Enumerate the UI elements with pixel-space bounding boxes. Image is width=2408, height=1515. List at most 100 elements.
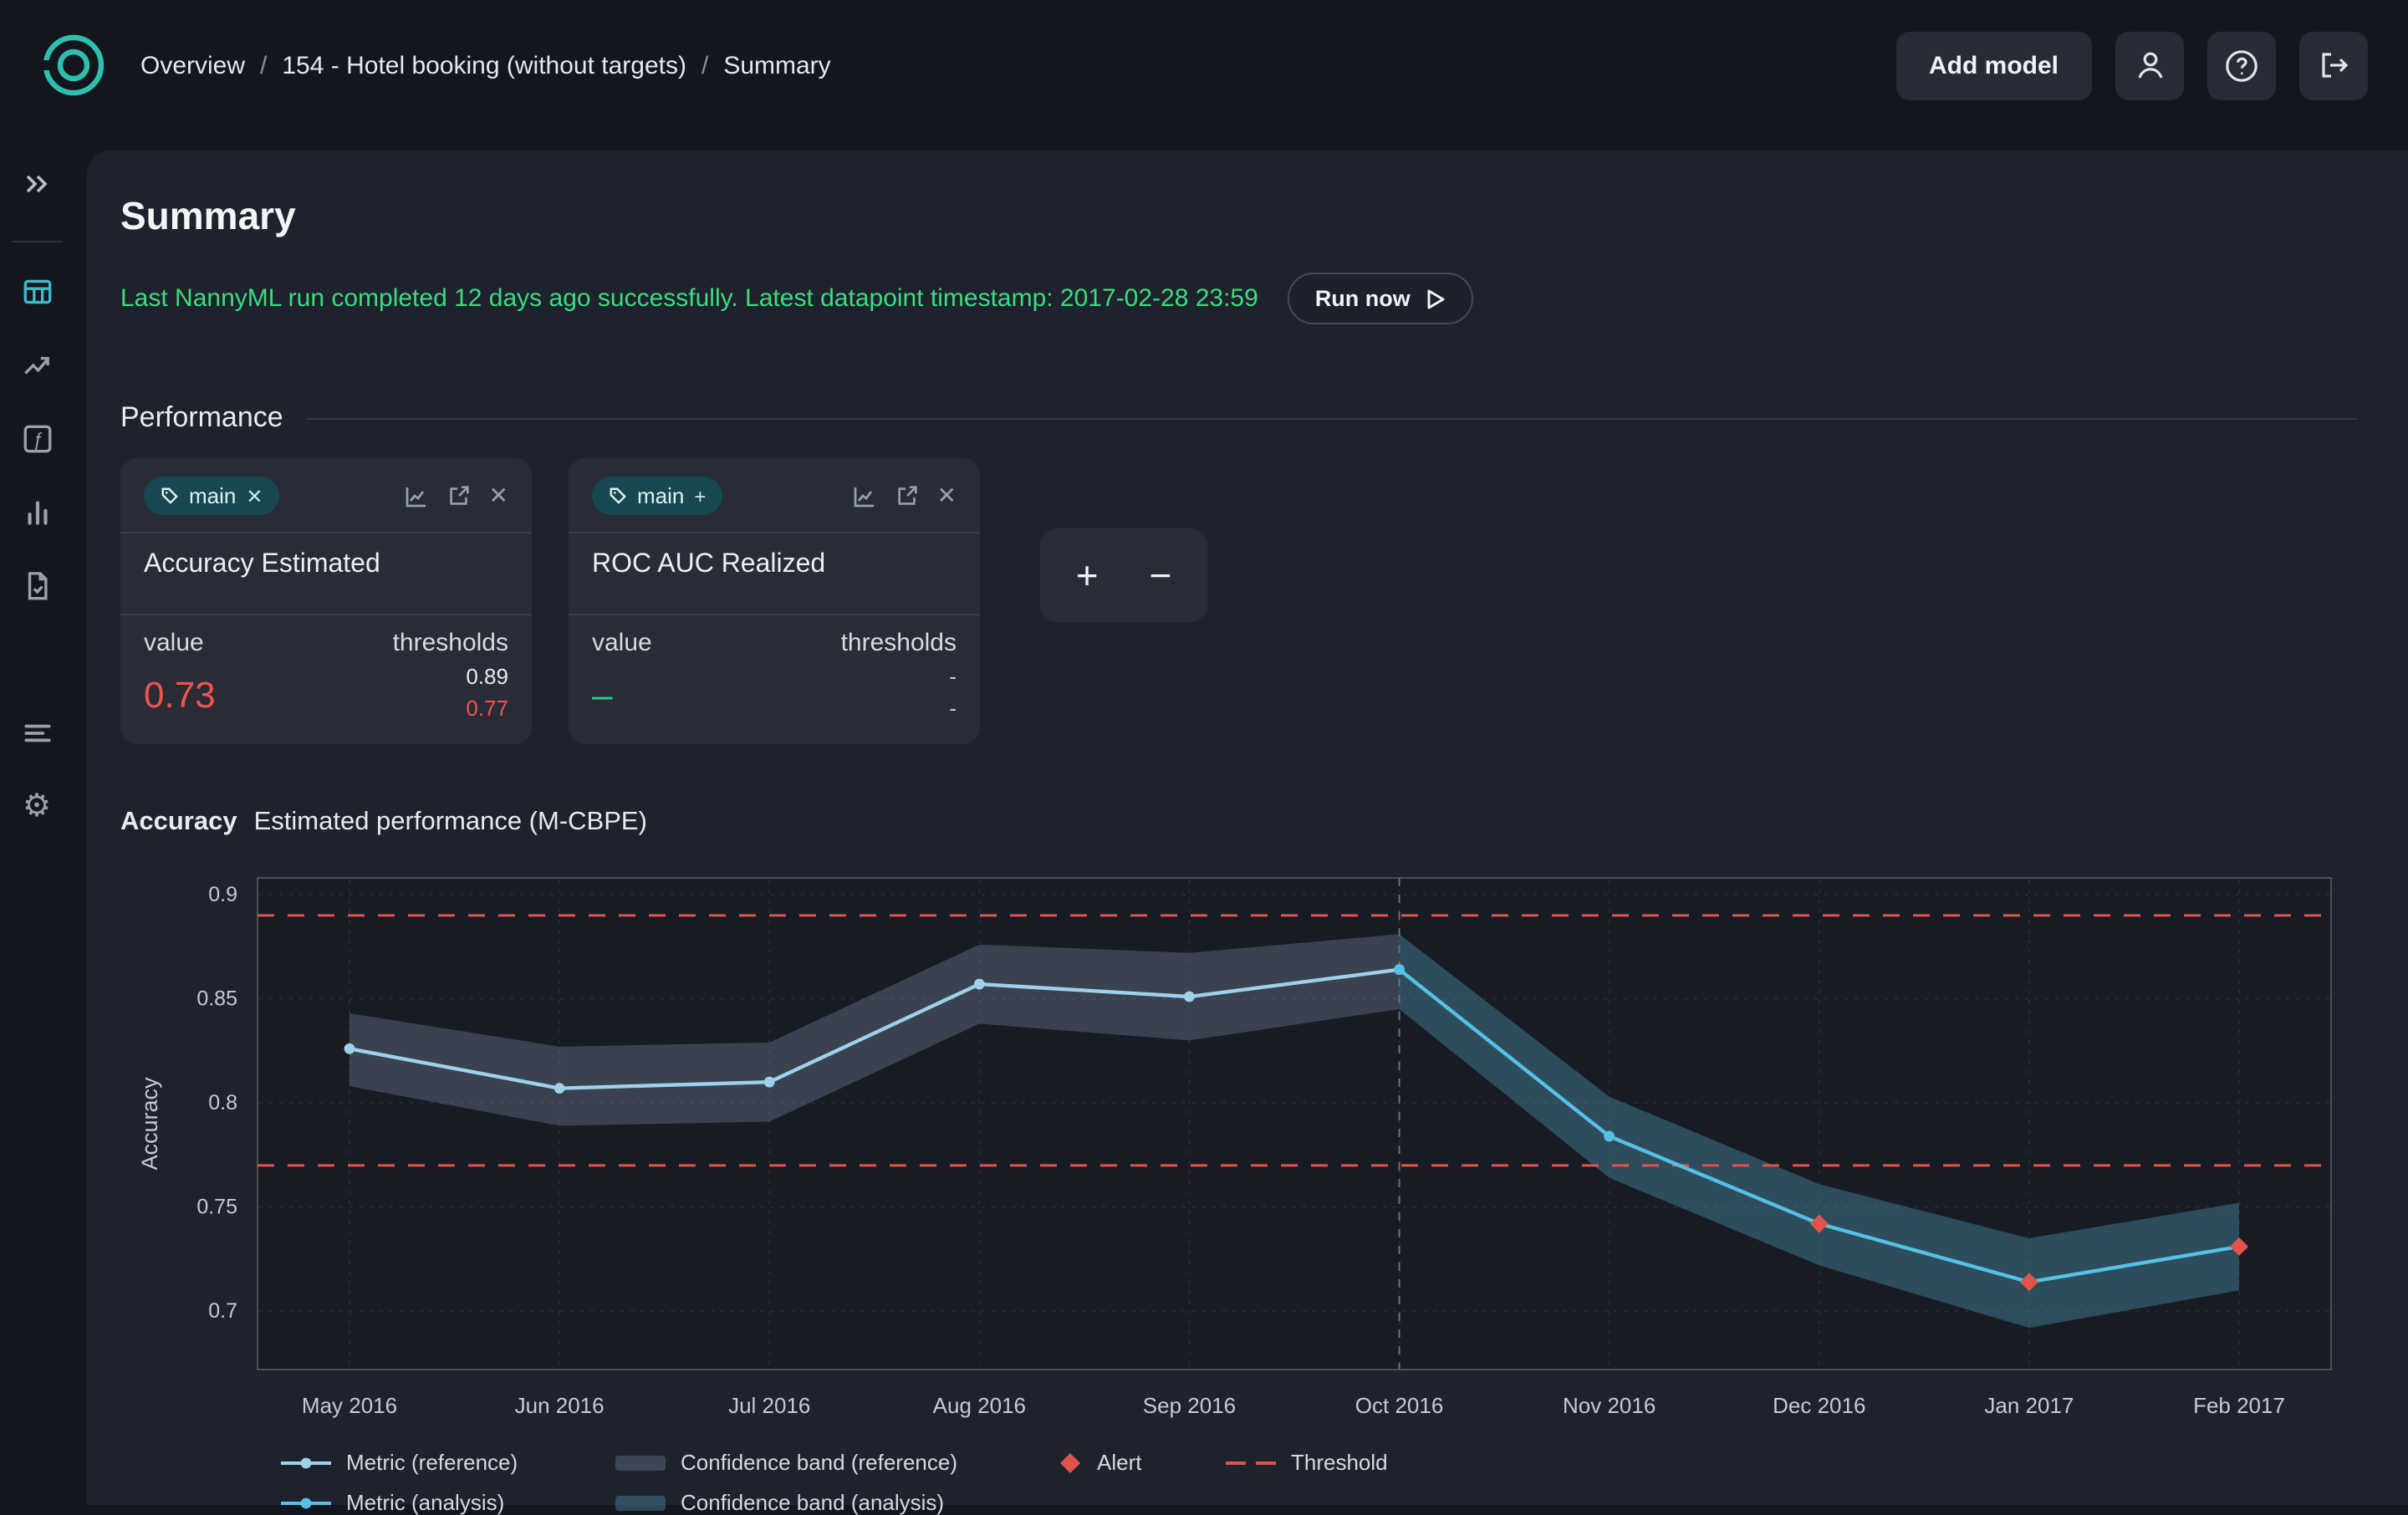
run-status-text: Last NannyML run completed 12 days ago s… (120, 284, 1258, 313)
performance-section-header: Performance (120, 401, 2358, 435)
tag-label: main (637, 483, 684, 508)
breadcrumb-separator: / (260, 51, 267, 79)
tag-chip-main[interactable]: main ✕ (144, 477, 280, 515)
sidebar-item-logs[interactable] (18, 714, 55, 751)
tag-icon (609, 487, 627, 505)
performance-chart: 0.70.750.80.850.9May 2016Jun 2016Jul 201… (120, 854, 2344, 1443)
bar-chart-icon (19, 494, 54, 529)
thresholds-label: thresholds (841, 629, 957, 657)
sidebar-item-distributions[interactable] (18, 493, 55, 530)
sidebar: ƒ ⚙ (0, 130, 74, 1505)
legend-alert[interactable]: Alert (1059, 1450, 1226, 1475)
breadcrumb: Overview / 154 - Hotel booking (without … (140, 51, 831, 79)
close-card-icon[interactable]: ✕ (489, 482, 508, 510)
add-model-button[interactable]: Add model (1895, 31, 2092, 99)
trending-up-icon (19, 347, 54, 382)
double-chevron-right-icon (20, 167, 54, 201)
run-now-button[interactable]: Run now (1288, 273, 1474, 324)
tag-chip-main[interactable]: main + (592, 477, 722, 515)
value-label: value (144, 629, 216, 657)
logout-button[interactable] (2299, 31, 2368, 99)
threshold-upper: 0.89 (393, 664, 508, 689)
card-title: Accuracy Estimated (144, 533, 508, 597)
remove-metric-button[interactable]: − (1127, 542, 1194, 609)
chart-header: Accuracy Estimated performance (M-CBPE) (120, 808, 2358, 838)
svg-text:0.8: 0.8 (208, 1091, 237, 1115)
run-now-label: Run now (1315, 286, 1411, 311)
legend-metric-analysis[interactable]: Metric (analysis) (281, 1490, 615, 1515)
open-external-button[interactable] (895, 483, 921, 508)
nannyml-logo-icon[interactable] (40, 32, 107, 99)
sidebar-nav-secondary: ⚙ (18, 714, 55, 824)
metric-card-controls: + − (1040, 528, 1207, 622)
legend-confidence-band-analysis[interactable]: Confidence band (analysis) (615, 1490, 1059, 1515)
question-circle-icon (2224, 48, 2259, 83)
sidebar-nav-primary: ƒ (18, 273, 55, 604)
tag-icon (161, 487, 179, 505)
line-dot-swatch-icon (281, 1452, 331, 1472)
main-panel: Summary Last NannyML run completed 12 da… (87, 150, 2408, 1505)
logout-icon (2317, 48, 2350, 82)
external-link-icon (895, 483, 921, 508)
help-button[interactable] (2207, 31, 2276, 99)
tag-remove-icon[interactable]: ✕ (246, 484, 263, 508)
svg-text:Feb 2017: Feb 2017 (2193, 1393, 2285, 1418)
sidebar-item-models-table[interactable] (18, 273, 55, 309)
metric-cards-row: main ✕ ✕ (120, 458, 2358, 744)
svg-text:0.75: 0.75 (196, 1196, 237, 1219)
svg-text:Jul 2016: Jul 2016 (728, 1393, 810, 1418)
sidebar-item-reports[interactable] (18, 567, 55, 604)
line-dot-swatch-icon (281, 1492, 331, 1512)
breadcrumb-summary[interactable]: Summary (723, 51, 830, 79)
breadcrumb-overview[interactable]: Overview (140, 51, 245, 79)
legend-threshold[interactable]: Threshold (1226, 1450, 1477, 1475)
logo-notch (42, 60, 57, 70)
add-metric-button[interactable]: + (1054, 542, 1120, 609)
page-title: Summary (120, 194, 2358, 239)
breadcrumb-separator: / (701, 51, 708, 79)
sidebar-expand-button[interactable] (7, 154, 67, 214)
svg-text:Accuracy: Accuracy (137, 1077, 162, 1171)
svg-text:0.7: 0.7 (208, 1299, 237, 1323)
tag-add-icon[interactable]: + (694, 484, 706, 508)
line-chart-icon (404, 482, 431, 509)
status-row: Last NannyML run completed 12 days ago s… (120, 273, 2358, 324)
sidebar-item-performance[interactable] (18, 346, 55, 383)
close-card-icon[interactable]: ✕ (937, 482, 957, 510)
table-grid-icon (19, 273, 54, 309)
section-divider (307, 417, 2358, 419)
svg-text:May 2016: May 2016 (302, 1393, 397, 1418)
chart-subtitle: Estimated performance (M-CBPE) (254, 808, 647, 836)
metric-value: – (592, 674, 652, 717)
open-chart-button[interactable] (852, 482, 879, 509)
app-root: Overview / 154 - Hotel booking (without … (0, 0, 2408, 1505)
svg-text:Jun 2016: Jun 2016 (515, 1393, 605, 1418)
threshold-lower: - (841, 696, 957, 721)
threshold-lower: 0.77 (393, 696, 508, 721)
external-link-icon (447, 483, 472, 508)
performance-section-title: Performance (120, 401, 283, 435)
list-icon (19, 715, 54, 750)
legend-confidence-band-reference[interactable]: Confidence band (reference) (615, 1450, 1059, 1475)
diamond-swatch-icon (1059, 1451, 1082, 1474)
sidebar-item-functions[interactable]: ƒ (18, 420, 55, 457)
user-icon (2133, 48, 2166, 82)
line-chart-icon (852, 482, 879, 509)
svg-text:Oct 2016: Oct 2016 (1355, 1393, 1444, 1418)
svg-text:Jan 2017: Jan 2017 (1984, 1393, 2074, 1418)
breadcrumb-model[interactable]: 154 - Hotel booking (without targets) (282, 51, 686, 79)
chart-title: Accuracy (120, 808, 237, 836)
header-actions: Add model (1895, 31, 2368, 99)
open-external-button[interactable] (447, 483, 472, 508)
band-swatch-icon (615, 1452, 666, 1472)
gear-icon: ⚙ (23, 790, 51, 822)
band-swatch-icon (615, 1492, 666, 1512)
legend-metric-reference[interactable]: Metric (reference) (281, 1450, 615, 1475)
chart-legend: Metric (reference) Confidence band (refe… (281, 1450, 2358, 1515)
metric-card-roc-auc-realized: main + ✕ (569, 458, 980, 744)
sidebar-item-settings[interactable]: ⚙ (18, 788, 55, 824)
open-chart-button[interactable] (404, 482, 431, 509)
play-icon (1426, 287, 1447, 310)
user-profile-button[interactable] (2115, 31, 2184, 99)
tag-label: main (189, 483, 236, 508)
